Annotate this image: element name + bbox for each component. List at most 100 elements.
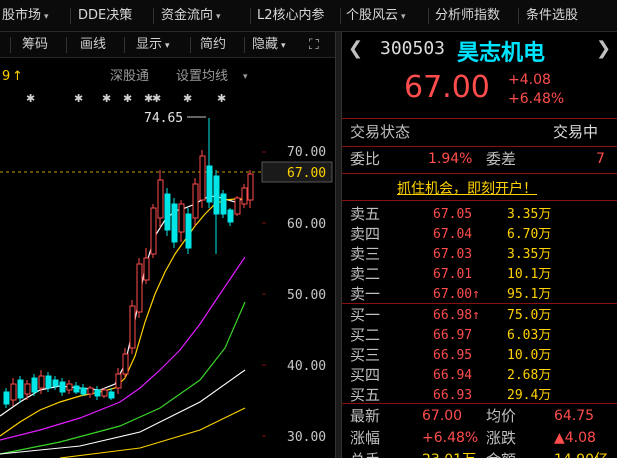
y-tick: 50.00 [287, 288, 326, 303]
candle-body [178, 203, 185, 233]
up-arrow-icon: ↑ [12, 69, 23, 84]
stock-name: 昊志机电 [457, 41, 546, 66]
candle-body [199, 155, 206, 201]
stat-value: ▲4.08 [554, 430, 596, 446]
y-axis: 70.00 60.00 50.00 40.00 30.00 [287, 145, 326, 445]
stat-label: 涨跌 [486, 429, 517, 447]
stat-value: 14.90亿 [554, 449, 608, 458]
svg-text:✱: ✱ [217, 92, 226, 105]
candle-body [129, 305, 136, 349]
sgt-label: 深股通 [110, 69, 149, 84]
candle-body [220, 193, 227, 215]
candle-body [213, 175, 220, 215]
kline-chart[interactable]: 9 ↑ 深股通 设置均线 ▾ ✱ ✱ ✱ ✱ ✱ ✱ ✱ ✱ 70.00 60.… [0, 58, 335, 458]
stat-row: 涨幅 +6.48% 涨跌 ▲4.08 [342, 427, 617, 450]
stat-value: 67.00 [422, 408, 463, 424]
candle-body [66, 383, 73, 391]
high-price-label: 74.65 [144, 111, 183, 126]
stat-label: 最新 [350, 407, 381, 425]
menu-analyst-index[interactable]: 分析师指数 [435, 0, 500, 32]
stat-label: 金额 [486, 449, 516, 458]
candle-body [101, 389, 108, 397]
svg-text:✱: ✱ [183, 92, 192, 105]
candle-body [38, 375, 45, 389]
stat-label: 总手 [350, 449, 380, 458]
candle-body [108, 391, 115, 399]
next-stock-icon[interactable]: ❯ [596, 38, 611, 59]
candle-body [3, 391, 10, 405]
stock-code: 300503 [380, 38, 446, 59]
candle-body [52, 379, 59, 387]
candle-body [157, 179, 164, 219]
candle-body [164, 193, 171, 231]
trade-status-row: 交易状态 交易中 [350, 123, 599, 141]
candle-body [115, 373, 122, 389]
hide-button[interactable]: 隐藏 ▾ [252, 32, 286, 58]
candle-body [241, 187, 248, 205]
menu-market[interactable]: 股市场 ▾ [2, 0, 49, 32]
chevron-down-icon: ▾ [243, 72, 248, 82]
candle-body [80, 387, 87, 395]
fullscreen-icon[interactable]: ⛶ [309, 32, 319, 58]
stat-value: 64.75 [554, 408, 595, 424]
svg-text:✱: ✱ [152, 92, 161, 105]
candle-body [143, 257, 150, 281]
display-button[interactable]: 显示 ▾ [136, 32, 170, 58]
candle-body [24, 383, 31, 395]
stat-label: 涨幅 [350, 429, 381, 447]
menu-l2[interactable]: L2核心内参 [257, 0, 325, 32]
candle-body [17, 379, 24, 399]
stat-label: 均价 [486, 407, 517, 425]
y-tick: 40.00 [287, 359, 326, 374]
svg-text:✱: ✱ [123, 92, 132, 105]
candle-body [206, 165, 213, 203]
draw-line-button[interactable]: 画线 [80, 32, 106, 58]
chip-button[interactable]: 筹码 [22, 32, 48, 58]
candle-body [122, 353, 129, 375]
menu-dde[interactable]: DDE决策 [78, 0, 132, 32]
simple-mode-button[interactable]: 简约 [200, 32, 226, 58]
y-tick: 30.00 [287, 430, 326, 445]
candle-body [192, 183, 199, 219]
menu-stock-screen[interactable]: 条件选股 [526, 0, 578, 32]
price-change-pct: +6.48% [508, 91, 565, 107]
stat-value: 23.01万 [422, 449, 476, 458]
event-markers: ✱ ✱ ✱ ✱ ✱ ✱ ✱ ✱ [26, 92, 226, 105]
candle-body [227, 209, 234, 223]
stat-value: +6.48% [422, 430, 479, 446]
last-price: 67.00 [404, 70, 490, 105]
ma-settings-button: 设置均线 [176, 69, 228, 84]
candle-body [150, 207, 157, 255]
menu-fund-flow[interactable]: 资金流向 ▾ [161, 0, 221, 32]
menu-stock-news[interactable]: 个股风云 ▾ [346, 0, 406, 32]
price-change: +4.08 [508, 72, 551, 88]
candle-body [185, 213, 192, 249]
chart-toolbar: 筹码 画线 显示 ▾ 简约 隐藏 ▾ ⛶ [0, 32, 335, 58]
current-price-tag: 67.00 [287, 166, 326, 181]
svg-text:✱: ✱ [26, 92, 35, 105]
prev-stock-icon[interactable]: ❮ [348, 38, 363, 59]
stat-row: 最新 67.00 均价 64.75 [342, 405, 617, 428]
candle-body [45, 375, 52, 389]
candle-body [171, 203, 178, 243]
svg-text:✱: ✱ [74, 92, 83, 105]
candle-body [247, 173, 254, 201]
candle-body [10, 383, 17, 401]
ma-partial-label: 9 [2, 69, 10, 84]
candle-body [234, 197, 241, 215]
candle-body [87, 387, 94, 395]
stat-row: 总手 23.01万 金额 14.90亿 [342, 449, 617, 458]
top-menu-bar: 股市场 ▾ DDE决策 资金流向 ▾ L2核心内参 个股风云 ▾ 分析师指数 条件选股 [0, 0, 617, 32]
candle-body [94, 389, 101, 397]
candle-body [31, 377, 38, 393]
y-tick: 70.00 [287, 145, 326, 160]
candle-body [73, 385, 80, 393]
svg-text:✱: ✱ [102, 92, 111, 105]
splitter-handle[interactable] [335, 32, 342, 458]
quote-panel: ❮ 300503 昊志机电 ❯ 67.00 +4.08 +6.48% 交易状态 … [342, 32, 617, 458]
open-account-link[interactable]: 抓住机会，即刻开户！ [397, 178, 537, 198]
candle-body [59, 381, 66, 393]
candle-body [136, 263, 143, 313]
y-tick: 60.00 [287, 217, 326, 232]
order-ratio-row: 委比 1.94% 委差 7 [350, 150, 605, 168]
